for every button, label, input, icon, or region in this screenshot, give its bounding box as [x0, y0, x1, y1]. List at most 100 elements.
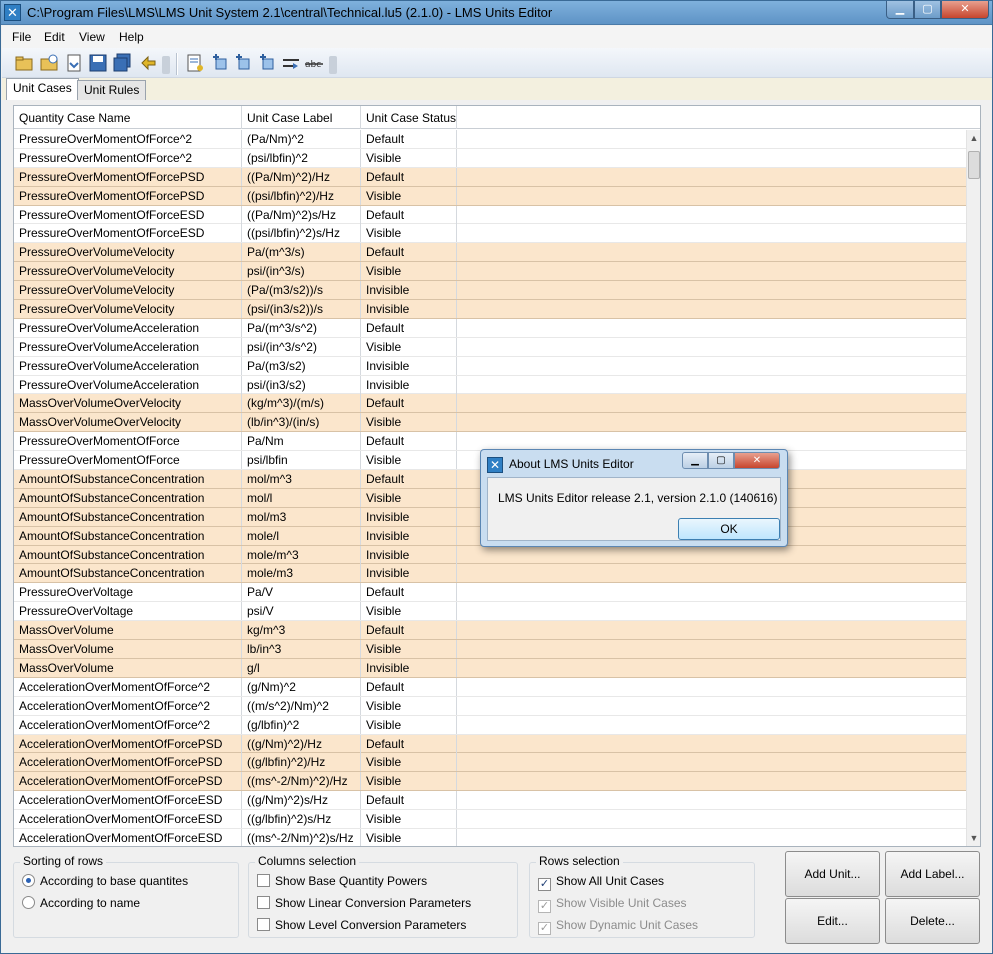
maximize-button[interactable]: ▢	[914, 1, 941, 19]
unit-case-label-cell[interactable]: psi/(in3/s2)	[242, 375, 361, 394]
quantity-case-name-cell[interactable]: AmountOfSubstanceConcentration	[14, 545, 242, 564]
radio-unselected-icon[interactable]	[22, 896, 35, 909]
add-unit-icon[interactable]	[210, 53, 230, 73]
quantity-case-name-cell[interactable]: AmountOfSubstanceConcentration	[14, 564, 242, 583]
unit-case-status-cell[interactable]: Invisible	[361, 564, 457, 583]
unit-case-label-cell[interactable]: (psi/(in3/s2))/s	[242, 300, 361, 319]
table-row[interactable]: PressureOverMomentOfForcePSD ((Pa/Nm)^2)/…	[14, 167, 966, 187]
unit-case-status-cell[interactable]: Visible	[361, 602, 457, 621]
unit-case-status-cell[interactable]: Invisible	[361, 375, 457, 394]
table-row[interactable]: PressureOverVolumeAcceleration Pa/(m^3/s^…	[14, 318, 966, 338]
add-case-icon[interactable]	[257, 53, 277, 73]
quantity-case-name-cell[interactable]: AmountOfSubstanceConcentration	[14, 526, 242, 545]
unit-case-label-cell[interactable]: (g/lbfin)^2	[242, 715, 361, 734]
menu-file[interactable]: File	[12, 30, 31, 44]
unit-case-label-cell[interactable]: ((m/s^2)/Nm)^2	[242, 696, 361, 715]
import-icon[interactable]	[64, 53, 84, 73]
quantity-case-name-cell[interactable]: MassOverVolumeOverVelocity	[14, 394, 242, 413]
sort-by-base-quantities-radio[interactable]: According to base quantites	[22, 874, 188, 888]
quantity-case-name-cell[interactable]: PressureOverMomentOfForceESD	[14, 224, 242, 243]
unit-case-status-cell[interactable]: Visible	[361, 186, 457, 205]
quantity-case-name-cell[interactable]: PressureOverMomentOfForcePSD	[14, 186, 242, 205]
table-row[interactable]: MassOverVolume g/l Invisible	[14, 658, 966, 678]
table-row[interactable]: PressureOverVoltage Pa/V Default	[14, 583, 966, 603]
quantity-case-name-cell[interactable]: PressureOverVolumeVelocity	[14, 300, 242, 319]
unit-case-status-cell[interactable]: Default	[361, 394, 457, 413]
quantity-case-name-cell[interactable]: MassOverVolume	[14, 621, 242, 640]
table-row[interactable]: PressureOverVolumeVelocity Pa/(m^3/s) Defa…	[14, 243, 966, 263]
unit-case-status-cell[interactable]: Invisible	[361, 356, 457, 375]
unit-case-label-cell[interactable]: Pa/V	[242, 583, 361, 602]
show-visible-unit-cases-checkbox[interactable]: ✓ Show Visible Unit Cases	[538, 896, 687, 913]
undo-icon[interactable]	[138, 53, 158, 73]
table-row[interactable]: PressureOverMomentOfForcePSD ((psi/lbfin)…	[14, 186, 966, 206]
open-folder-icon[interactable]	[14, 53, 34, 73]
unit-case-label-cell[interactable]: psi/(in^3/s^2)	[242, 337, 361, 356]
unit-case-status-cell[interactable]: Default	[361, 205, 457, 224]
unit-case-status-cell[interactable]: Visible	[361, 810, 457, 829]
table-row[interactable]: AccelerationOverMomentOfForce^2 (g/Nm)^2 D…	[14, 677, 966, 697]
checkmark-icon[interactable]: ✓	[538, 922, 551, 935]
quantity-case-name-cell[interactable]: PressureOverMomentOfForcePSD	[14, 167, 242, 186]
column-header-unit-case-label[interactable]: Unit Case Label	[242, 106, 361, 129]
table-row[interactable]: AccelerationOverMomentOfForceESD ((g/Nm)^…	[14, 791, 966, 811]
open-recent-icon[interactable]	[39, 53, 59, 73]
unit-case-status-cell[interactable]: Visible	[361, 753, 457, 772]
quantity-case-name-cell[interactable]: PressureOverVolumeVelocity	[14, 243, 242, 262]
quantity-case-name-cell[interactable]: AccelerationOverMomentOfForce^2	[14, 677, 242, 696]
unit-case-label-cell[interactable]: psi/lbfin	[242, 451, 361, 470]
unit-case-label-cell[interactable]: (Pa/Nm)^2	[242, 130, 361, 148]
quantity-case-name-cell[interactable]: PressureOverVolumeVelocity	[14, 281, 242, 300]
unit-case-label-cell[interactable]: (Pa/(m3/s2))/s	[242, 281, 361, 300]
column-header-unit-case-status[interactable]: Unit Case Status	[361, 106, 457, 129]
unit-case-status-cell[interactable]: Default	[361, 734, 457, 753]
table-row[interactable]: AccelerationOverMomentOfForcePSD ((g/Nm)^…	[14, 734, 966, 754]
show-dynamic-unit-cases-checkbox[interactable]: ✓ Show Dynamic Unit Cases	[538, 918, 698, 935]
quantity-case-name-cell[interactable]: AccelerationOverMomentOfForce^2	[14, 696, 242, 715]
dialog-close-button[interactable]: ✕	[734, 452, 780, 469]
unit-case-status-cell[interactable]: Visible	[361, 696, 457, 715]
toolbar-grip-2[interactable]	[329, 56, 337, 74]
quantity-case-name-cell[interactable]: AccelerationOverMomentOfForcePSD	[14, 753, 242, 772]
toolbar-grip[interactable]	[162, 56, 170, 74]
quantity-case-name-cell[interactable]: AccelerationOverMomentOfForceESD	[14, 791, 242, 810]
quantity-case-name-cell[interactable]: AccelerationOverMomentOfForceESD	[14, 828, 242, 846]
unit-case-status-cell[interactable]: Default	[361, 318, 457, 337]
scroll-thumb[interactable]	[968, 151, 980, 179]
table-row[interactable]: PressureOverVoltage psi/V Visible	[14, 602, 966, 622]
table-row[interactable]: MassOverVolumeOverVelocity (lb/in^3)/(in/…	[14, 413, 966, 433]
unit-case-status-cell[interactable]: Visible	[361, 337, 457, 356]
unit-case-label-cell[interactable]: ((g/lbfin)^2)/Hz	[242, 753, 361, 772]
unit-case-label-cell[interactable]: g/l	[242, 658, 361, 677]
unit-case-status-cell[interactable]: Visible	[361, 640, 457, 659]
quantity-case-name-cell[interactable]: PressureOverVolumeAcceleration	[14, 337, 242, 356]
unit-case-label-cell[interactable]: ((ms^-2/Nm)^2)s/Hz	[242, 828, 361, 846]
quantity-case-name-cell[interactable]: PressureOverVolumeAcceleration	[14, 356, 242, 375]
unit-case-label-cell[interactable]: Pa/(m^3/s^2)	[242, 318, 361, 337]
table-row[interactable]: PressureOverVolumeVelocity (Pa/(m3/s2))/s…	[14, 281, 966, 301]
unit-case-label-cell[interactable]: ((g/Nm)^2)s/Hz	[242, 791, 361, 810]
table-row[interactable]: AmountOfSubstanceConcentration mole/m3 Inv…	[14, 564, 966, 584]
unit-case-status-cell[interactable]: Visible	[361, 413, 457, 432]
unit-case-label-cell[interactable]: (g/Nm)^2	[242, 677, 361, 696]
unit-case-label-cell[interactable]: (lb/in^3)/(in/s)	[242, 413, 361, 432]
quantity-case-name-cell[interactable]: AmountOfSubstanceConcentration	[14, 488, 242, 507]
unit-case-label-cell[interactable]: mole/l	[242, 526, 361, 545]
unit-case-status-cell[interactable]: Default	[361, 791, 457, 810]
checkbox-icon[interactable]	[257, 896, 270, 909]
strikethrough-icon[interactable]: abc	[304, 53, 324, 73]
unit-case-status-cell[interactable]: Visible	[361, 451, 457, 470]
quantity-case-name-cell[interactable]: MassOverVolumeOverVelocity	[14, 413, 242, 432]
quantity-case-name-cell[interactable]: MassOverVolume	[14, 640, 242, 659]
table-row[interactable]: MassOverVolumeOverVelocity (kg/m^3)/(m/s)…	[14, 394, 966, 414]
unit-case-label-cell[interactable]: ((psi/lbfin)^2)s/Hz	[242, 224, 361, 243]
scroll-up-icon[interactable]: ▲	[967, 130, 980, 146]
unit-case-label-cell[interactable]: lb/in^3	[242, 640, 361, 659]
add-unit-button[interactable]: Add Unit...	[785, 851, 880, 897]
unit-case-status-cell[interactable]: Default	[361, 130, 457, 148]
quantity-case-name-cell[interactable]: PressureOverVolumeAcceleration	[14, 375, 242, 394]
unit-case-label-cell[interactable]: kg/m^3	[242, 621, 361, 640]
show-linear-conversion-checkbox[interactable]: Show Linear Conversion Parameters	[257, 896, 471, 910]
quantity-case-name-cell[interactable]: PressureOverMomentOfForce^2	[14, 130, 242, 148]
quantity-case-name-cell[interactable]: PressureOverMomentOfForce	[14, 432, 242, 451]
